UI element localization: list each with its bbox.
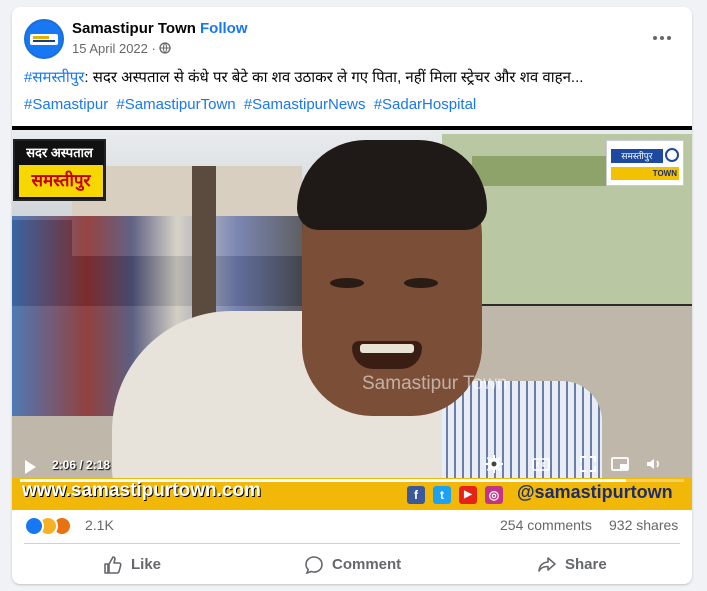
- hashtag-samastipur-hindi[interactable]: #समस्तीपुर: [24, 69, 84, 86]
- video-time: 2:06 / 2:18: [52, 458, 111, 472]
- video-scene: [330, 278, 364, 288]
- post-text: #समस्तीपुर: सदर अस्पताल से कंधे पर बेटे …: [24, 67, 583, 87]
- channel-badge-left: सदर अस्पताल समस्तीपुर: [13, 139, 106, 201]
- divider: [24, 543, 680, 544]
- play-icon[interactable]: [25, 460, 36, 474]
- badge-left-main-text: समस्तीपुर: [19, 165, 103, 197]
- more-options-icon[interactable]: [652, 27, 672, 47]
- globe-icon: [159, 42, 171, 54]
- fullscreen-icon[interactable]: [578, 454, 598, 474]
- logo-right-text: समस्तीपुर: [611, 149, 663, 163]
- post-header: Samastipur Town · Follow 15 April 2022 ·: [12, 7, 692, 63]
- eye-icon: [665, 148, 679, 162]
- shares-count[interactable]: 932 shares: [609, 517, 678, 533]
- share-label: Share: [565, 556, 607, 573]
- post-stats: 2.1K 254 comments 932 shares: [12, 514, 692, 538]
- video-controls: 2:06 / 2:18: [12, 455, 692, 494]
- video-player[interactable]: सदर अस्पताल समस्तीपुर समस्तीपुर TOWN Sam…: [12, 126, 692, 510]
- comment-label: Comment: [332, 556, 402, 573]
- page-name[interactable]: Samastipur Town: [72, 20, 196, 37]
- post-text-body: : सदर अस्पताल से कंधे पर बेटे का शव उठाक…: [84, 69, 584, 86]
- like-label: Like: [131, 556, 162, 573]
- like-button[interactable]: Like: [103, 549, 193, 581]
- video-scene: [192, 166, 216, 326]
- post-card: Samastipur Town · Follow 15 April 2022 ·…: [12, 7, 692, 584]
- video-scene: [360, 344, 414, 353]
- video-watermark: Samastipur Town: [362, 373, 508, 394]
- share-button[interactable]: Share: [537, 549, 627, 581]
- avatar-logo: [30, 34, 58, 45]
- captions-icon[interactable]: [531, 454, 551, 474]
- video-scene: [297, 140, 487, 230]
- follow-button[interactable]: Follow: [200, 20, 248, 37]
- video-scene: [404, 278, 438, 288]
- volume-icon[interactable]: [644, 454, 664, 474]
- page-avatar[interactable]: [24, 19, 64, 59]
- separator-dot: ·: [191, 20, 196, 37]
- hashtag-link[interactable]: #SadarHospital: [374, 96, 477, 113]
- pip-icon[interactable]: [610, 454, 630, 474]
- progress-bar[interactable]: [20, 479, 684, 482]
- post-actions: Like Comment Share: [12, 547, 692, 581]
- channel-logo-right: समस्तीपुर TOWN: [606, 140, 684, 186]
- logo-right-subtext: TOWN: [611, 167, 679, 180]
- comment-button[interactable]: Comment: [304, 549, 424, 581]
- share-icon: [538, 557, 556, 572]
- like-icon: [104, 556, 122, 574]
- reactions-summary[interactable]: [24, 516, 84, 536]
- settings-icon[interactable]: [484, 454, 504, 474]
- post-date[interactable]: 15 April 2022 ·: [72, 41, 156, 56]
- hashtag-link[interactable]: #Samastipur: [24, 96, 108, 113]
- progress-fill: [20, 479, 627, 482]
- reactions-count[interactable]: 2.1K: [85, 517, 114, 533]
- like-reaction-icon: [24, 516, 44, 536]
- hashtag-link[interactable]: #SamastipurNews: [244, 96, 366, 113]
- hashtags-line: #Samastipur #SamastipurTown #SamastipurN…: [24, 96, 480, 113]
- comments-count[interactable]: 254 comments: [500, 517, 592, 533]
- comment-icon: [305, 556, 323, 575]
- badge-left-top-text: सदर अस्पताल: [26, 145, 93, 160]
- hashtag-link[interactable]: #SamastipurTown: [116, 96, 235, 113]
